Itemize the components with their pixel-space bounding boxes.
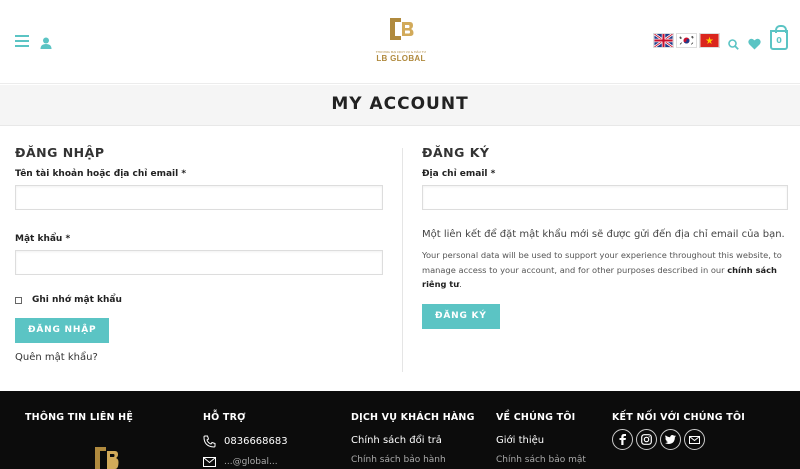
logo-mark-icon xyxy=(390,18,414,40)
footer-link-return-policy[interactable]: Chính sách đổi trả xyxy=(351,435,475,446)
footer-contact: THÔNG TIN LIÊN HỆ xyxy=(25,412,133,423)
footer-heading-service: DỊCH VỤ KHÁCH HÀNG xyxy=(351,412,475,423)
login-form: ĐĂNG NHẬP Tên tài khoản hoặc địa chỉ ema… xyxy=(15,145,383,363)
footer-heading-support: HỖ TRỢ xyxy=(203,412,246,423)
remember-label: Ghi nhớ mật khẩu xyxy=(32,295,122,305)
footer-about: VỀ CHÚNG TÔI Giới thiệu Chính sách bảo m… xyxy=(496,412,586,465)
footer-link-warranty[interactable]: Chính sách bảo hành xyxy=(351,455,475,465)
email-icon[interactable] xyxy=(684,429,705,450)
remember-checkbox[interactable] xyxy=(15,296,22,304)
remember-me[interactable]: Ghi nhớ mật khẩu xyxy=(15,295,383,305)
flag-vietnam-icon[interactable] xyxy=(699,33,720,48)
flag-uk-icon[interactable] xyxy=(653,33,674,48)
login-button[interactable]: ĐĂNG NHẬP xyxy=(15,318,110,343)
register-button[interactable]: ĐĂNG KÝ xyxy=(422,303,500,329)
instagram-icon[interactable] xyxy=(636,429,657,450)
facebook-icon[interactable] xyxy=(612,429,633,450)
login-title: ĐĂNG NHẬP xyxy=(15,145,105,160)
language-switcher xyxy=(653,33,720,48)
footer-phone-text: 0836668683 xyxy=(224,436,288,447)
page-title-bar: MY ACCOUNT xyxy=(0,85,800,126)
register-title: ĐĂNG KÝ xyxy=(422,145,490,160)
register-email-label: Địa chỉ email * xyxy=(422,169,496,179)
footer-service: DỊCH VỤ KHÁCH HÀNG Chính sách đổi trả Ch… xyxy=(351,412,475,465)
footer-support: HỖ TRỢ 0836668683 ...@global... xyxy=(203,412,288,467)
username-input[interactable] xyxy=(15,185,383,210)
privacy-end: . xyxy=(459,279,462,289)
username-label: Tên tài khoản hoặc địa chỉ email * xyxy=(15,169,187,179)
social-links xyxy=(612,429,745,450)
register-note: Một liên kết để đặt mật khẩu mới sẽ được… xyxy=(422,229,785,240)
footer-link-privacy[interactable]: Chính sách bảo mật xyxy=(496,455,586,465)
menu-icon[interactable] xyxy=(15,35,29,47)
user-icon[interactable] xyxy=(40,34,52,53)
footer-heading-contact: THÔNG TIN LIÊN HỆ xyxy=(25,412,134,423)
page-title: MY ACCOUNT xyxy=(331,94,469,114)
flag-korea-icon[interactable] xyxy=(676,33,697,48)
footer-social: KẾT NỐI VỚI CHÚNG TÔI xyxy=(612,412,745,450)
site-header: THƯƠNG MẠI DỊCH VỤ & ĐẦU TƯ LB GLOBAL 0 xyxy=(0,0,800,84)
twitter-icon[interactable] xyxy=(660,429,681,450)
footer-heading-social: KẾT NỐI VỚI CHÚNG TÔI xyxy=(612,412,745,423)
cart-button[interactable]: 0 xyxy=(770,25,788,50)
privacy-notice: Your personal data will be used to suppo… xyxy=(422,248,788,292)
footer-email-text: ...@global... xyxy=(224,457,278,467)
footer-logo-icon xyxy=(95,447,119,469)
lost-password-link[interactable]: Quên mật khẩu? xyxy=(15,352,383,363)
footer-email[interactable]: ...@global... xyxy=(203,457,288,467)
site-logo[interactable]: THƯƠNG MẠI DỊCH VỤ & ĐẦU TƯ LB GLOBAL xyxy=(374,16,428,66)
register-email-input[interactable] xyxy=(422,185,788,210)
phone-icon xyxy=(203,435,216,448)
column-divider xyxy=(402,148,403,372)
wishlist-heart-icon[interactable] xyxy=(748,35,761,54)
password-input[interactable] xyxy=(15,250,383,275)
footer-link-about[interactable]: Giới thiệu xyxy=(496,435,586,446)
password-label: Mật khẩu * xyxy=(15,234,71,244)
footer-heading-about: VỀ CHÚNG TÔI xyxy=(496,412,576,423)
logo-text: LB GLOBAL xyxy=(376,54,426,63)
search-icon[interactable] xyxy=(728,35,739,54)
footer-phone[interactable]: 0836668683 xyxy=(203,435,288,448)
register-form: ĐĂNG KÝ Địa chỉ email * Một liên kết để … xyxy=(422,145,788,329)
mail-icon xyxy=(203,457,216,467)
